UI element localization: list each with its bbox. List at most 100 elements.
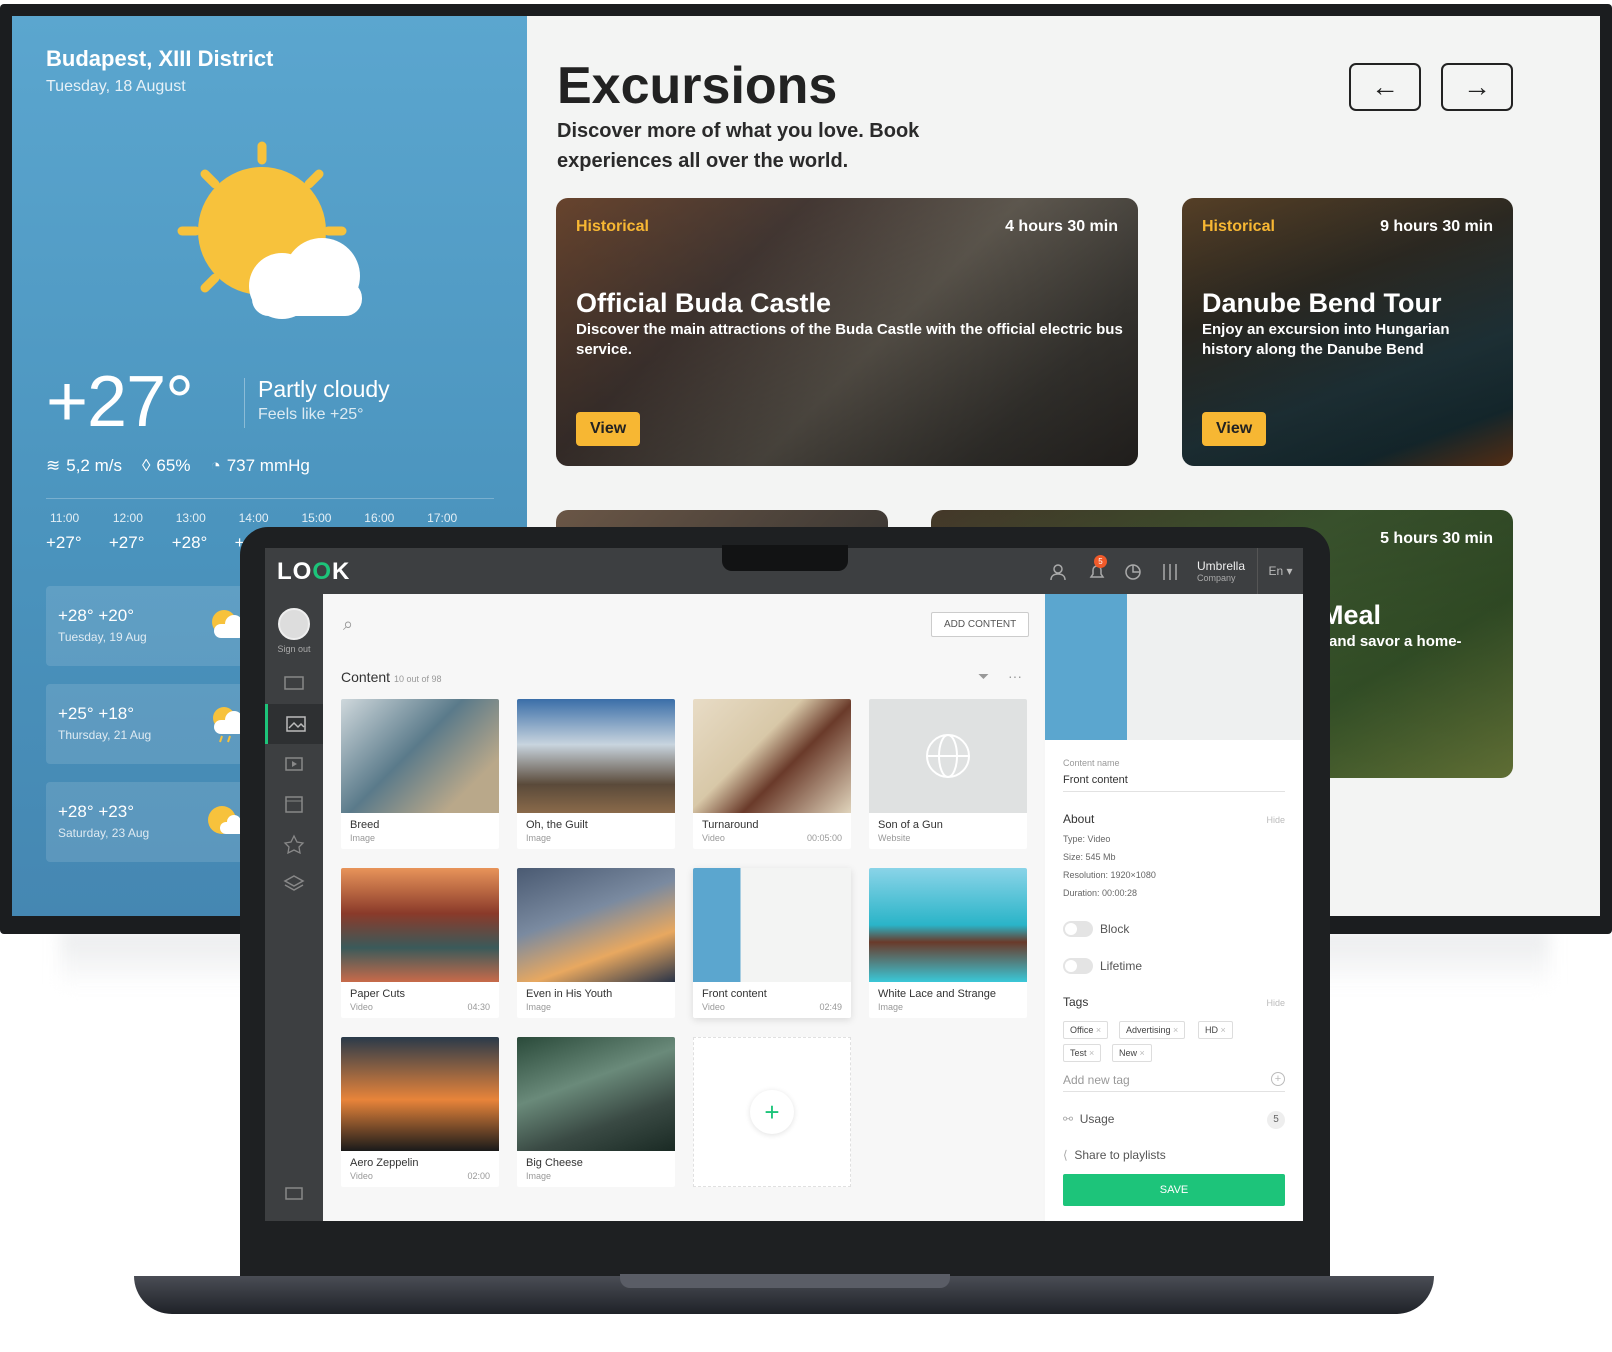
excursions-subtitle: Discover more of what you love. Book exp… (557, 120, 920, 172)
current-temperature: +27° (46, 362, 194, 442)
close-icon[interactable]: × (1140, 1048, 1145, 1058)
add-circle-icon[interactable]: + (1271, 1072, 1285, 1086)
look-logo[interactable]: LOOK (277, 558, 350, 586)
content-icon[interactable] (265, 704, 323, 744)
block-toggle[interactable] (1063, 921, 1093, 937)
content-tile[interactable]: Even in His Youth Image (517, 868, 675, 1018)
hide-tags-link[interactable]: Hide (1266, 998, 1285, 1008)
content-name-label: Content name (1063, 758, 1120, 768)
weather-city: Budapest, XIII District (46, 46, 274, 71)
add-tag-input[interactable]: Add new tag (1063, 1073, 1130, 1087)
content-tile[interactable]: White Lace and Strange Image (869, 868, 1027, 1018)
network-icon: ⚯ (1063, 1112, 1074, 1126)
divider (46, 498, 494, 499)
content-header: Content 10 out of 98 (341, 669, 442, 685)
thumbnail (341, 868, 499, 982)
avatar[interactable] (278, 608, 310, 640)
weather-date: Tuesday, 18 August (46, 78, 186, 95)
thumbnail (341, 1037, 499, 1151)
content-tile[interactable]: Front content Video 02:49 (693, 868, 851, 1018)
notification-badge: 5 (1094, 555, 1107, 568)
daily-forecast-item: +28° +20° Tuesday, 19 Aug (46, 586, 266, 666)
excursion-card[interactable]: Historical 4 hours 30 min Official Buda … (556, 198, 1138, 466)
camera-notch (722, 545, 848, 571)
search-icon[interactable]: ⌕ (343, 614, 353, 635)
add-content-tile[interactable]: + (693, 1037, 851, 1187)
content-tile[interactable]: Turnaround Video 00:05:00 (693, 699, 851, 849)
excursions-title: Excursions (557, 57, 838, 115)
card-duration: 9 hours 30 min (1380, 218, 1493, 235)
settings-sliders-icon[interactable] (1160, 562, 1180, 582)
usage-count: 5 (1267, 1111, 1285, 1129)
content-preview (1045, 594, 1303, 740)
wind-icon: ≋ (46, 456, 61, 475)
content-main: ⌕ ADD CONTENT Content 10 out of 98 ⏷ ···… (323, 594, 1043, 1221)
card-category: Historical (576, 218, 649, 235)
tag-chip[interactable]: Office × (1063, 1021, 1109, 1039)
hour-item: 12:00 +27° (108, 511, 145, 552)
card-title: Official Buda Castle (576, 288, 832, 318)
prev-button[interactable]: ← (1349, 63, 1421, 111)
close-icon[interactable]: × (1173, 1025, 1178, 1035)
content-tile[interactable]: Son of a Gun Website (869, 699, 1027, 849)
tag-chip[interactable]: Test × (1063, 1044, 1102, 1062)
thumbnail (517, 868, 675, 982)
details-panel: Content name Front content About Hide Ty… (1045, 594, 1303, 1221)
thumbnail (693, 699, 851, 813)
card-duration: 5 hours 30 min (1380, 530, 1493, 547)
hour-item: 11:00 +27° (46, 511, 82, 552)
card-title: Danube Bend Tour (1202, 288, 1442, 318)
card-description: and savor a home- (1329, 633, 1462, 650)
more-icon[interactable]: ··· (1008, 668, 1022, 684)
sign-out-link[interactable]: Sign out (265, 644, 323, 654)
tag-chip[interactable]: HD × (1198, 1021, 1233, 1039)
content-tile[interactable]: Breed Image (341, 699, 499, 849)
content-tile[interactable]: Big Cheese Image (517, 1037, 675, 1187)
next-button[interactable]: → (1441, 63, 1513, 111)
language-select[interactable]: En ▾ (1257, 548, 1303, 594)
share-to-playlists[interactable]: ⟨ Share to playlists (1063, 1148, 1166, 1162)
cms-app: LOOK 5 Umbrella Company En ▾ Sign out ⌕ A… (265, 548, 1303, 1221)
calendar-icon[interactable] (265, 784, 323, 824)
add-content-button[interactable]: ADD CONTENT (931, 612, 1030, 637)
divider (1063, 1091, 1285, 1092)
divider (244, 378, 245, 428)
usage-row[interactable]: ⚯ Usage (1063, 1112, 1114, 1126)
view-button[interactable]: View (576, 412, 641, 446)
content-tile[interactable]: Aero Zeppelin Video 02:00 (341, 1037, 499, 1187)
save-button[interactable]: SAVE (1063, 1174, 1285, 1206)
weather-stats: ≋ 5,2 m/s ◊ 65% ◔ 737 mmHg (46, 456, 310, 476)
humidity: 65% (156, 456, 191, 475)
tag-chip[interactable]: New × (1112, 1044, 1152, 1062)
content-tile[interactable]: Paper Cuts Video 04:30 (341, 868, 499, 1018)
close-icon[interactable]: × (1221, 1025, 1226, 1035)
close-icon[interactable]: × (1089, 1048, 1094, 1058)
analytics-icon[interactable] (1123, 562, 1143, 582)
monitor-icon[interactable] (265, 664, 323, 704)
view-button[interactable]: View (1202, 412, 1267, 446)
layers-icon[interactable] (265, 864, 323, 904)
widgets-icon[interactable] (265, 824, 323, 864)
content-name-input[interactable]: Front content (1063, 774, 1128, 786)
chat-icon[interactable] (265, 1174, 323, 1214)
company-switcher[interactable]: Umbrella Company (1197, 559, 1245, 583)
sidebar: Sign out (265, 594, 323, 1221)
lifetime-toggle[interactable] (1063, 958, 1093, 974)
close-icon[interactable]: × (1096, 1025, 1101, 1035)
thumbnail (693, 868, 851, 982)
playlist-icon[interactable] (265, 744, 323, 784)
tag-chip[interactable]: Advertising × (1119, 1021, 1186, 1039)
hide-about-link[interactable]: Hide (1266, 815, 1285, 825)
hour-item: 13:00 +28° (171, 511, 208, 552)
lifetime-label: Lifetime (1100, 959, 1143, 973)
thumbnail (869, 868, 1027, 982)
share-icon: ⟨ (1063, 1148, 1068, 1162)
partly-cloudy-icon (177, 141, 362, 319)
excursion-card[interactable]: Historical 9 hours 30 min Danube Bend To… (1182, 198, 1513, 466)
filter-icon[interactable]: ⏷ (978, 668, 989, 685)
globe-icon (926, 734, 970, 778)
card-duration: 4 hours 30 min (1005, 218, 1118, 235)
content-tile[interactable]: Oh, the Guilt Image (517, 699, 675, 849)
users-icon[interactable] (1050, 562, 1070, 582)
thumbnail (341, 699, 499, 813)
